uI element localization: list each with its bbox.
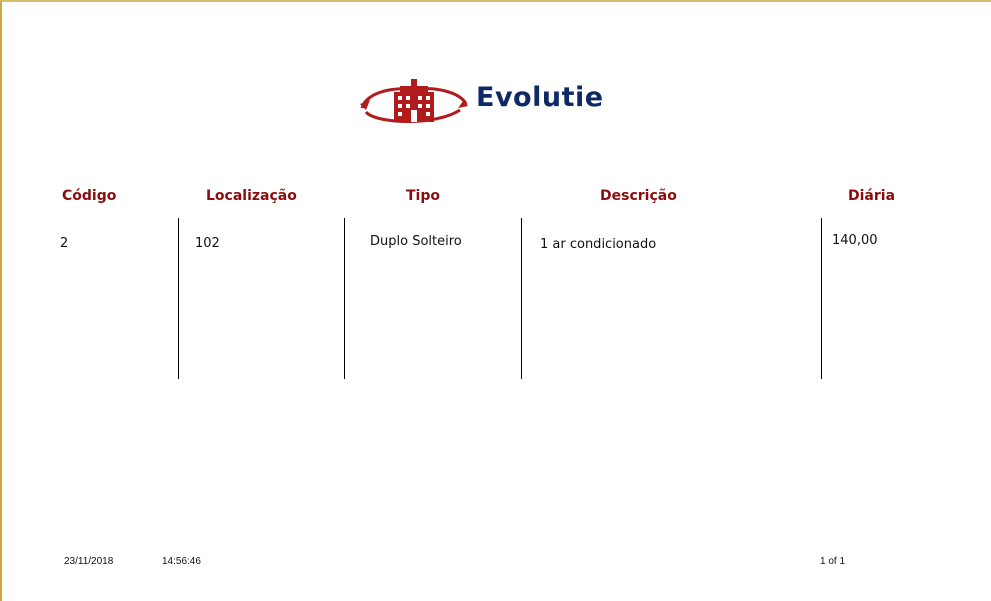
company-logo: Evolutie bbox=[356, 78, 676, 128]
column-divider bbox=[821, 218, 822, 379]
column-header-descricao: Descrição bbox=[600, 188, 677, 204]
column-header-diaria: Diária bbox=[848, 188, 896, 204]
cell-localizacao: 102 bbox=[195, 236, 220, 251]
column-header-tipo: Tipo bbox=[406, 188, 440, 204]
cell-codigo: 2 bbox=[60, 236, 69, 251]
column-divider bbox=[178, 218, 179, 379]
building-logo-icon bbox=[360, 79, 468, 123]
report-page: Evolutie Código Localização Tipo Descriç… bbox=[0, 0, 991, 601]
column-header-codigo: Código bbox=[62, 188, 117, 204]
column-header-localizacao: Localização bbox=[206, 188, 297, 204]
column-divider bbox=[521, 218, 522, 379]
footer-page-number: 1 of 1 bbox=[820, 556, 846, 567]
column-divider bbox=[344, 218, 345, 379]
cell-tipo: Duplo Solteiro bbox=[370, 234, 462, 249]
footer-time: 14:56:46 bbox=[162, 556, 201, 567]
footer-date: 23/11/2018 bbox=[64, 556, 114, 567]
cell-descricao: 1 ar condicionado bbox=[540, 237, 657, 252]
brand-name: Evolutie bbox=[476, 82, 604, 113]
cell-diaria: 140,00 bbox=[832, 233, 878, 248]
